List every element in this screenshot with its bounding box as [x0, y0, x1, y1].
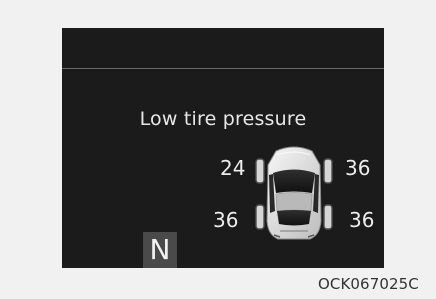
front-left-pressure: 24 [220, 156, 246, 180]
gear-indicator: N [143, 232, 177, 268]
cluster-display: Low tire pressure 24 36 36 36 N [62, 28, 384, 268]
car-top-view-icon [255, 146, 333, 240]
rear-left-tire [255, 204, 265, 230]
front-left-tire [255, 158, 265, 184]
rear-right-tire [323, 204, 333, 230]
front-right-tire [323, 158, 333, 184]
rear-left-pressure: 36 [213, 208, 239, 232]
display-top-bar [62, 28, 384, 67]
front-right-pressure: 36 [345, 156, 371, 180]
warning-title: Low tire pressure [139, 108, 307, 130]
rear-right-pressure: 36 [349, 208, 375, 232]
display-divider [62, 68, 384, 69]
image-caption: OCK067025C [318, 275, 419, 293]
